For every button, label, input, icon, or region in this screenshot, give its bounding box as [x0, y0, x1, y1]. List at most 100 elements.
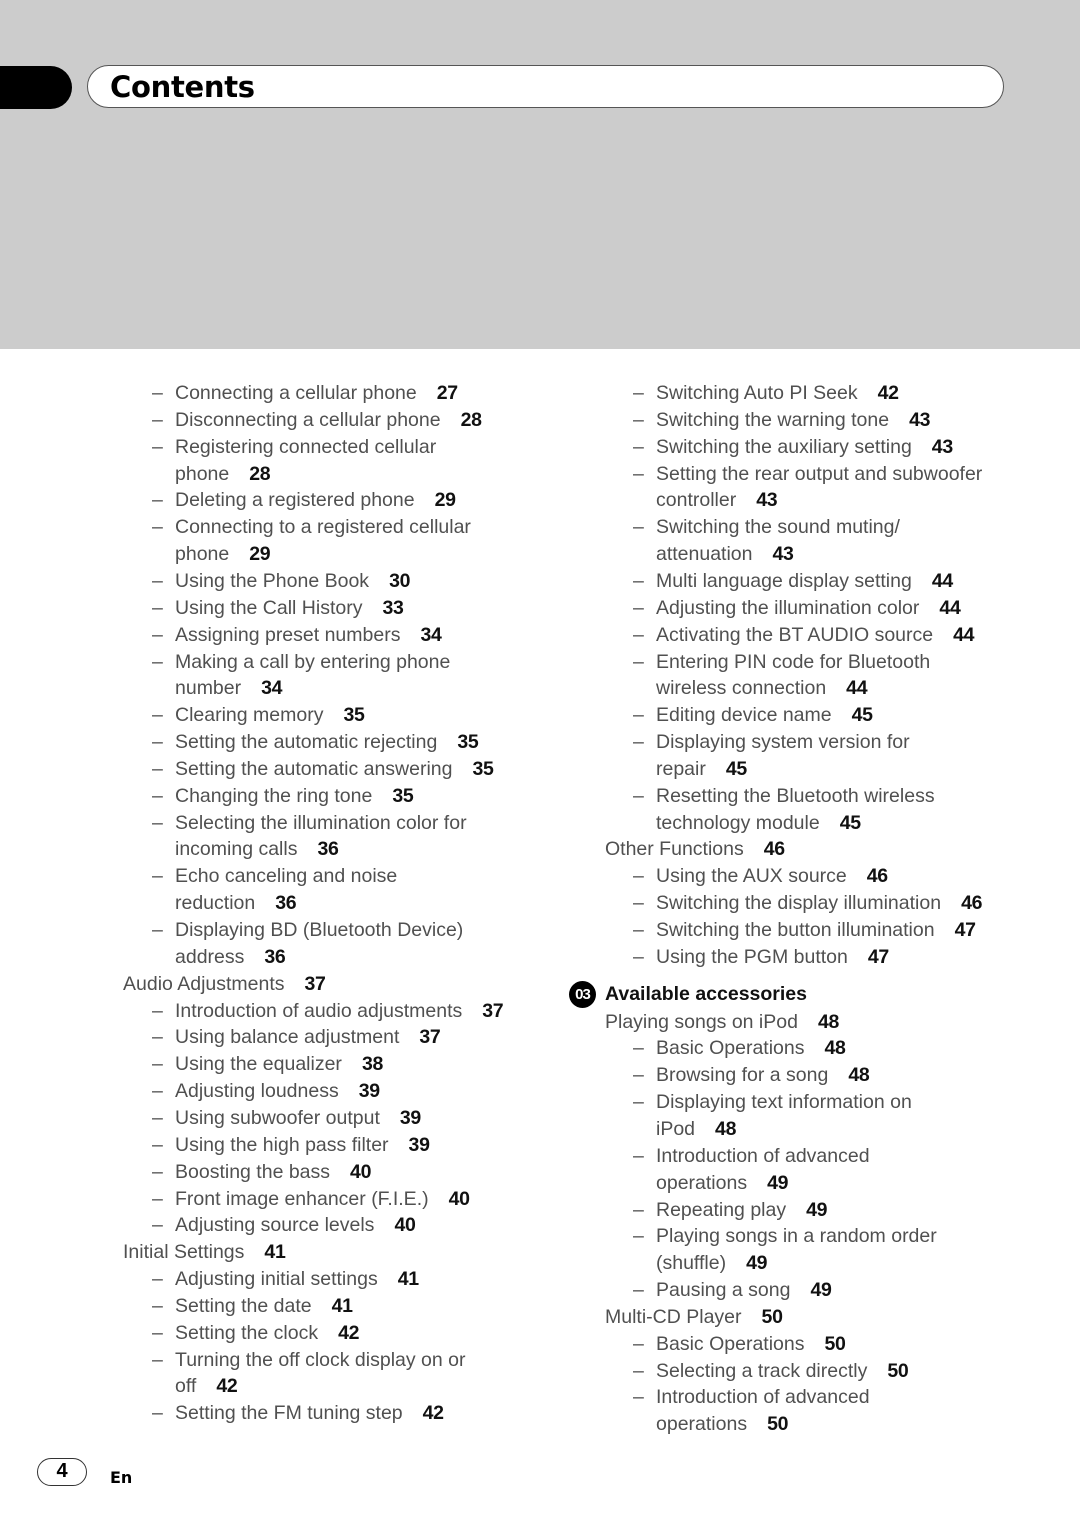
toc-entry-title: Connecting a cellular phone [175, 382, 417, 404]
toc-entry-continued[interactable]: phone 29 [175, 541, 271, 567]
toc-entry[interactable]: Disconnecting a cellular phone 28 [175, 407, 482, 433]
toc-entry[interactable]: Activating the BT AUDIO source 44 [656, 622, 975, 648]
toc-entry[interactable]: Selecting a track directly 50 [656, 1358, 909, 1384]
toc-entry[interactable]: Pausing a song 49 [656, 1277, 832, 1303]
toc-entry[interactable]: Introduction of audio adjustments 37 [175, 998, 504, 1024]
toc-entry[interactable]: Adjusting the illumination color 44 [656, 595, 961, 621]
toc-entry-continued[interactable]: technology module 45 [656, 810, 861, 836]
dash-bullet: – [633, 435, 644, 458]
toc-entry[interactable]: Setting the date 41 [175, 1293, 353, 1319]
toc-entry-title: Turning the off clock display on or [175, 1348, 466, 1371]
toc-entry[interactable]: Adjusting loudness 39 [175, 1078, 380, 1104]
toc-entry[interactable]: Switching the display illumination 46 [656, 890, 982, 916]
toc-entry-continued[interactable]: repair 45 [656, 756, 747, 782]
toc-entry-continued[interactable]: operations 50 [656, 1411, 788, 1437]
toc-entry[interactable]: Introduction of advanced [656, 1143, 870, 1169]
toc-page-number: 50 [824, 1332, 846, 1355]
toc-entry-continued[interactable]: (shuffle) 49 [656, 1250, 767, 1276]
toc-entry-continued[interactable]: attenuation 43 [656, 541, 794, 567]
toc-entry-continued[interactable]: operations 49 [656, 1170, 788, 1196]
toc-entry[interactable]: Switching the auxiliary setting 43 [656, 434, 953, 460]
toc-entry[interactable]: Adjusting initial settings 41 [175, 1266, 419, 1292]
toc-entry[interactable]: Changing the ring tone 35 [175, 783, 414, 809]
toc-entry[interactable]: Multi language display setting 44 [656, 568, 953, 594]
toc-page-number: 29 [434, 489, 456, 512]
toc-entry[interactable]: Browsing for a song 48 [656, 1062, 870, 1088]
toc-entry[interactable]: Setting the automatic answering 35 [175, 756, 494, 782]
toc-entry[interactable]: Setting the FM tuning step 42 [175, 1400, 444, 1426]
toc-entry[interactable]: Using the Phone Book 30 [175, 568, 410, 594]
toc-entry-continued[interactable]: controller 43 [656, 487, 778, 513]
toc-entry-title-continued: iPod [656, 1117, 696, 1140]
toc-entry[interactable]: Assigning preset numbers 34 [175, 622, 442, 648]
toc-section[interactable]: Other Functions 46 [605, 836, 785, 862]
toc-section[interactable]: Audio Adjustments 37 [123, 971, 326, 997]
toc-entry[interactable]: Turning the off clock display on or [175, 1347, 466, 1373]
toc-entry-continued[interactable]: phone 28 [175, 461, 271, 487]
dash-bullet: – [152, 489, 163, 512]
toc-entry[interactable]: Using subwoofer output 39 [175, 1105, 421, 1131]
toc-entry[interactable]: Displaying text information on [656, 1089, 912, 1115]
toc-entry[interactable]: Adjusting source levels 40 [175, 1212, 416, 1238]
toc-entry-title-continued: number [175, 677, 242, 700]
toc-entry[interactable]: Clearing memory 35 [175, 702, 365, 728]
toc-entry[interactable]: Using the PGM button 47 [656, 944, 889, 970]
toc-entry[interactable]: Playing songs in a random order [656, 1223, 937, 1249]
toc-entry-continued[interactable]: reduction 36 [175, 890, 297, 916]
toc-entry[interactable]: Using the high pass filter 39 [175, 1132, 430, 1158]
dash-bullet: – [152, 1053, 163, 1076]
toc-entry[interactable]: Displaying system version for [656, 729, 910, 755]
toc-entry[interactable]: Editing device name 45 [656, 702, 873, 728]
toc-page-number: 28 [249, 462, 271, 485]
toc-entry[interactable]: Setting the rear output and subwoofer [656, 461, 982, 487]
toc-entry[interactable]: Introduction of advanced [656, 1384, 870, 1410]
toc-section[interactable]: Initial Settings 41 [123, 1239, 286, 1265]
dash-bullet: – [152, 1321, 163, 1344]
toc-entry[interactable]: Echo canceling and noise [175, 863, 397, 889]
toc-entry[interactable]: Resetting the Bluetooth wireless [656, 783, 935, 809]
toc-entry[interactable]: Using the Call History 33 [175, 595, 404, 621]
dash-bullet: – [152, 1348, 163, 1371]
toc-entry[interactable]: Switching the sound muting/ [656, 514, 900, 540]
toc-entry[interactable]: Registering connected cellular [175, 434, 436, 460]
toc-entry[interactable]: Switching the warning tone 43 [656, 407, 930, 433]
toc-entry-title: Playing songs on iPod [605, 1010, 798, 1033]
toc-entry[interactable]: Making a call by entering phone [175, 649, 450, 675]
toc-entry[interactable]: Switching Auto PI Seek 42 [656, 380, 899, 406]
toc-entry-title: Switching the button illumination [656, 919, 935, 941]
toc-entry-continued[interactable]: iPod 48 [656, 1116, 736, 1142]
toc-entry-title: Deleting a registered phone [175, 489, 415, 512]
toc-entry[interactable]: Setting the clock 42 [175, 1320, 359, 1346]
dash-bullet: – [152, 757, 163, 780]
toc-page-number: 46 [866, 865, 888, 888]
toc-entry[interactable]: Using balance adjustment 37 [175, 1024, 441, 1050]
chapter-heading[interactable]: Available accessories [605, 981, 807, 1007]
toc-entry[interactable]: Basic Operations 50 [656, 1331, 846, 1357]
toc-entry[interactable]: Displaying BD (Bluetooth Device) [175, 917, 463, 943]
toc-entry[interactable]: Front image enhancer (F.I.E.) 40 [175, 1186, 470, 1212]
toc-entry[interactable]: Using the AUX source 46 [656, 863, 888, 889]
toc-entry-continued[interactable]: off 42 [175, 1373, 238, 1399]
toc-entry[interactable]: Basic Operations 48 [656, 1035, 846, 1061]
toc-entry-continued[interactable]: address 36 [175, 944, 286, 970]
dash-bullet: – [152, 596, 163, 619]
dash-bullet: – [152, 650, 163, 673]
toc-entry[interactable]: Repeating play 49 [656, 1197, 827, 1223]
toc-entry[interactable]: Deleting a registered phone 29 [175, 487, 456, 513]
toc-entry[interactable]: Switching the button illumination 47 [656, 917, 976, 943]
toc-entry[interactable]: Boosting the bass 40 [175, 1159, 371, 1185]
toc-entry-continued[interactable]: incoming calls 36 [175, 836, 339, 862]
toc-section[interactable]: Playing songs on iPod 48 [605, 1009, 839, 1035]
toc-page-number: 42 [422, 1402, 444, 1425]
toc-entry[interactable]: Connecting to a registered cellular [175, 514, 471, 540]
toc-entry-title: Switching Auto PI Seek [656, 382, 858, 404]
toc-entry[interactable]: Connecting a cellular phone 27 [175, 380, 458, 406]
toc-section[interactable]: Multi-CD Player 50 [605, 1304, 783, 1330]
toc-entry[interactable]: Using the equalizer 38 [175, 1051, 383, 1077]
toc-entry[interactable]: Entering PIN code for Bluetooth [656, 649, 930, 675]
toc-entry[interactable]: Selecting the illumination color for [175, 810, 467, 836]
toc-entry-continued[interactable]: number 34 [175, 675, 283, 701]
toc-entry-continued[interactable]: wireless connection 44 [656, 675, 868, 701]
dash-bullet: – [633, 408, 644, 431]
toc-entry[interactable]: Setting the automatic rejecting 35 [175, 729, 479, 755]
